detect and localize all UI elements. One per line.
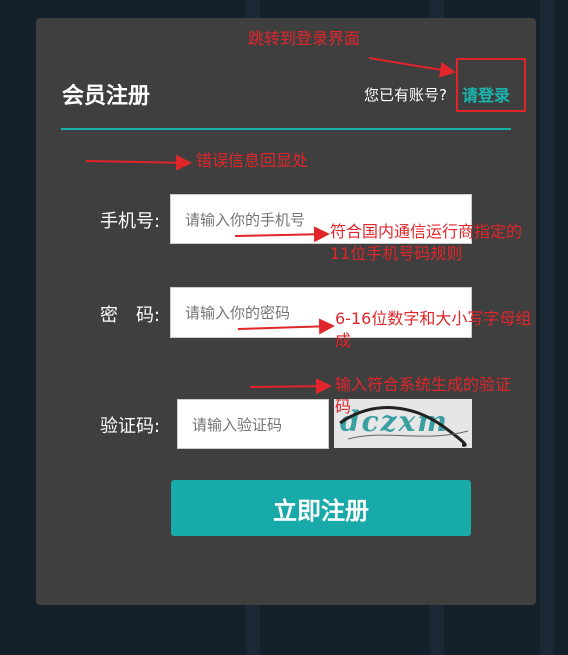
annotation-arrows bbox=[85, 57, 456, 395]
arrow-error bbox=[85, 154, 192, 171]
arrow-password bbox=[237, 318, 335, 335]
arrow-login bbox=[368, 57, 456, 78]
arrow-captcha bbox=[249, 378, 332, 395]
arrow-phone bbox=[234, 226, 330, 243]
